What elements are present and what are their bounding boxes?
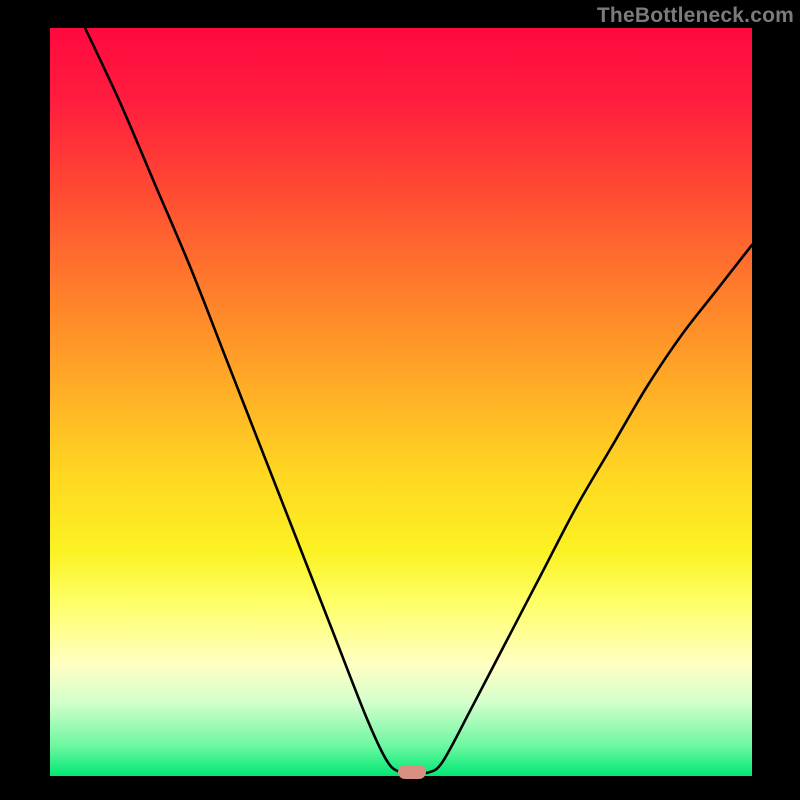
watermark-text: TheBottleneck.com xyxy=(597,4,794,28)
chart-frame: TheBottleneck.com xyxy=(0,0,800,800)
plot-area xyxy=(50,28,752,776)
minimum-marker xyxy=(398,765,426,779)
bottleneck-curve xyxy=(50,28,752,776)
